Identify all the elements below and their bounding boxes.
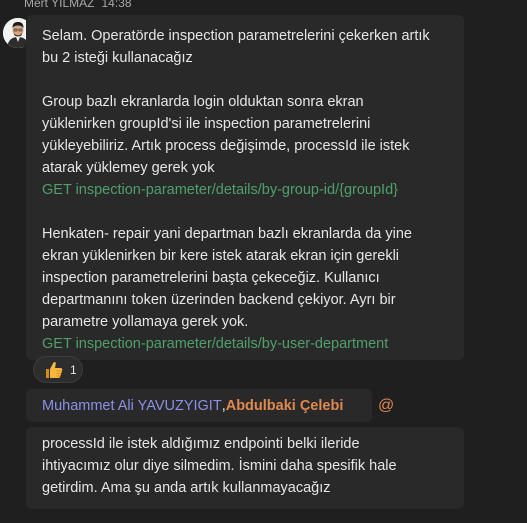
mention-user-muhammet[interactable]: Muhammet Ali YAVUZYIGIT	[42, 398, 222, 414]
message-text-line: atarak yüklemey gerek yok	[42, 160, 215, 176]
author-name[interactable]: Mert YILMAZ	[24, 0, 94, 10]
mention-user-abdulbaki[interactable]: Abdulbaki Çelebi	[226, 398, 344, 414]
reply-text-line: getirdim. Ama şu anda artık kullanmayaca…	[42, 480, 331, 496]
reaction-pill[interactable]: 1	[33, 356, 83, 383]
message-text-line: inspection parametrelerini başta çekeceğ…	[42, 270, 380, 286]
message-time: 14:38	[101, 0, 132, 10]
message-header: Mert YILMAZ 14:38	[24, 0, 132, 12]
message-text-line: Selam. Operatörde inspection parametrele…	[42, 28, 430, 44]
reply-text-line: processId ile istek aldığımız endpointi …	[42, 436, 360, 452]
endpoint-link-by-user-department[interactable]: GET inspection-parameter/details/by-user…	[42, 333, 450, 355]
endpoint-link-by-group-id[interactable]: GET inspection-parameter/details/by-grou…	[42, 179, 450, 201]
reply-text-line: ihtiyacımız olur diye silmedim. İsmini d…	[42, 458, 397, 474]
message-text-line: departmanını token üzerinden backend çek…	[42, 292, 396, 308]
message-text-line: yüklenirken groupId'si ile inspection pa…	[42, 116, 371, 132]
message-text-line: Henkaten- repair yani departman bazlı ek…	[42, 226, 412, 242]
message-text-line: yükleyebiliriz. Artık process değişimde,…	[42, 138, 410, 154]
reply-bubble[interactable]: processId ile istek aldığımız endpointi …	[26, 427, 464, 509]
at-mention-icon: @	[378, 397, 395, 414]
message-text-line: ekran yüklenirken bir kere istek atarak …	[42, 248, 400, 264]
message-text-line: Group bazlı ekranlarda login olduktan so…	[42, 94, 364, 110]
chat-thread: Mert YILMAZ 14:38 Selam. Operatörde inspe…	[0, 0, 527, 523]
reaction-count: 1	[70, 362, 77, 377]
message-text-line: parametre yollamaya gerek yok.	[42, 314, 249, 330]
mention-bubble[interactable]: Muhammet Ali YAVUZYIGIT, Abdulbaki Çeleb…	[26, 389, 372, 422]
thumbs-up-icon	[46, 361, 63, 378]
message-bubble[interactable]: Selam. Operatörde inspection parametrele…	[26, 15, 464, 360]
message-text-line: bu 2 isteği kullanacağız	[42, 50, 193, 66]
